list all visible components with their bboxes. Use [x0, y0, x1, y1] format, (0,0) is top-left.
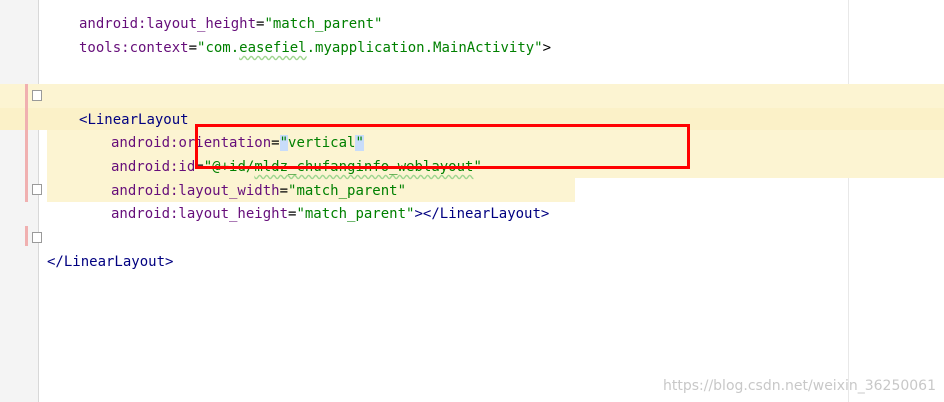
xml-attribute: tools:context — [79, 40, 189, 56]
fold-toggle-icon[interactable] — [32, 184, 42, 195]
equals-sign: = — [188, 40, 198, 56]
watermark-text: https://blog.csdn.net/weixin_36250061 — [662, 378, 936, 394]
change-marker — [25, 226, 28, 246]
xml-tag-name: LinearLayout — [439, 206, 541, 222]
tag-close: ></ — [414, 206, 440, 222]
xml-value: .myapplication.MainActivity" — [306, 40, 543, 56]
annotation-highlight-box — [195, 124, 690, 169]
change-marker — [25, 84, 28, 202]
xml-value-typo: easefiel — [239, 40, 307, 56]
xml-value: "com. — [197, 40, 240, 56]
xml-value: "match_parent" — [296, 206, 415, 222]
tag-open: </ — [47, 254, 64, 270]
code-line[interactable]: android:layout_height="match_parent"></L… — [111, 178, 549, 222]
code-line[interactable]: android:layout_height="match_parent" — [79, 0, 382, 32]
fold-toggle-icon[interactable] — [32, 90, 42, 101]
code-line[interactable]: <LinearLayout — [79, 84, 189, 128]
editor-gutter — [0, 0, 39, 402]
tag-end: > — [540, 206, 550, 222]
code-line[interactable]: </LinearLayout> — [47, 226, 173, 270]
code-line[interactable]: tools:context="com.easefiel.myapplicatio… — [79, 12, 551, 56]
xml-tag-name: LinearLayout — [63, 254, 166, 270]
fold-toggle-icon[interactable] — [32, 232, 42, 243]
xml-attribute: android:layout_height — [111, 206, 289, 222]
tag-end: > — [165, 254, 174, 270]
tag-close: > — [542, 40, 552, 56]
right-margin-guide — [848, 0, 849, 402]
